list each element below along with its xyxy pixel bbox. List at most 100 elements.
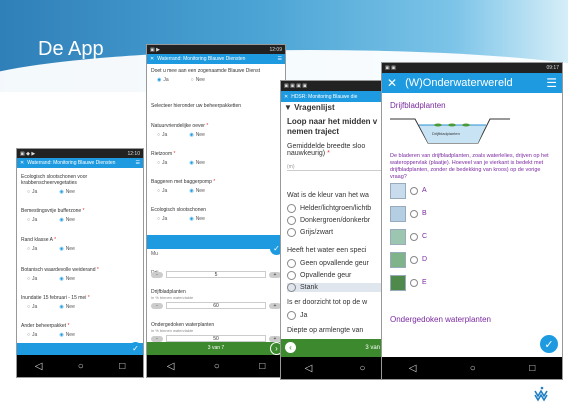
option-d[interactable]: D — [390, 250, 427, 269]
arrow-left-icon[interactable]: ‹ — [283, 340, 298, 355]
description: De bladeren van drijfbladplanten, zoals … — [390, 153, 549, 180]
question-4: Botanisch waardevolle weiderand *JaNee — [21, 267, 139, 282]
question-1: Ecologisch slootschonen voor krabbensche… — [21, 174, 139, 195]
recent-icon[interactable]: □ — [529, 363, 535, 374]
home-icon[interactable]: ○ — [78, 361, 84, 372]
recent-icon[interactable]: □ — [259, 361, 265, 372]
back-icon[interactable]: ◁ — [409, 363, 417, 374]
menu-icon[interactable]: ☰ — [278, 56, 282, 62]
question-1: Doet u mee aan een zogenaamde Blauwe Die… — [151, 68, 281, 83]
peek-label-1: Mu — [151, 251, 158, 257]
radio-option[interactable]: Ja — [287, 311, 389, 320]
home-icon[interactable]: ○ — [359, 363, 365, 374]
section-title-2: Ondergedoken waterplanten — [390, 315, 491, 324]
question-6: Ecologisch slootschonenJaNee — [151, 207, 281, 222]
back-icon[interactable]: ◁ — [305, 363, 313, 374]
stepper-value[interactable]: 5 — [166, 271, 266, 278]
app-bar: ✕ HDSR: Monitoring Blauwe die — [281, 91, 389, 102]
radio[interactable] — [410, 232, 418, 241]
option-a[interactable]: A — [390, 181, 427, 200]
radio-option[interactable]: Helder/lichtgroen/lichtb — [287, 204, 389, 213]
svg-text:Drijfbladplanten: Drijfbladplanten — [432, 131, 460, 136]
radio-option[interactable]: Stank — [287, 283, 389, 292]
question-depth: Diepte op armlengte van — [287, 327, 364, 334]
question-4: Rietzoom *JaNee — [151, 151, 281, 166]
drijfblad-field: Drijfbladplanten in % binnen watervlakte… — [151, 289, 281, 309]
radio-option[interactable]: Grijs/zwart — [287, 228, 389, 237]
section-title: ▼ Vragenlijst — [284, 103, 335, 112]
radio-option[interactable]: Geen opvallende geur — [287, 259, 389, 268]
question-6: Ander beheerpakket *JaNee — [21, 323, 139, 338]
radio[interactable] — [410, 186, 418, 195]
android-navbar: ◁ ○ □ — [382, 357, 562, 379]
visibility-options: Ja — [287, 311, 389, 323]
question-3: Rand klasse A *JaNee — [21, 237, 139, 252]
minus-button[interactable]: - — [151, 271, 163, 278]
slide-title: De App — [38, 38, 104, 60]
phone-3: ▣ ▣ ▣ ▣ ✕ HDSR: Monitoring Blauwe die ▼ … — [280, 80, 390, 380]
radio-option[interactable]: Opvallende geur — [287, 271, 389, 280]
radio[interactable] — [410, 278, 418, 287]
option-e[interactable]: E — [390, 273, 427, 292]
thumbnail — [390, 205, 406, 222]
width-input[interactable]: (m) — [287, 164, 389, 171]
app-title: (W)Onderwaterwereld — [405, 77, 513, 89]
menu-icon[interactable]: ☰ — [136, 160, 140, 166]
back-icon[interactable]: ◁ — [35, 361, 43, 372]
phone-1: ▣ ◆ ▶ 12:10 ✕ Waterrand: Monitoring Blauw… — [16, 148, 144, 378]
question-color: Wat is de kleur van het wa — [287, 192, 369, 199]
home-icon[interactable]: ○ — [214, 361, 220, 372]
heading: Loop naar het midden v nemen traject — [287, 117, 378, 136]
thumbnail — [390, 228, 406, 245]
option-c[interactable]: C — [390, 227, 427, 246]
android-navbar: ◁ ○ □ — [17, 355, 143, 377]
status-bar: ▣ ◆ ▶ 12:10 — [17, 149, 143, 158]
question-5: Baggeren met baggerpomp *JaNee — [151, 179, 281, 194]
status-bar: ▣ ▣ ▣ ▣ — [281, 81, 389, 91]
android-navbar: ◁ ○ □ — [147, 355, 285, 377]
pager-bar: 3 van 7 — [147, 342, 285, 355]
question-5: Inundatie 15 februari - 15 mei *JaNee — [21, 295, 139, 310]
back-icon[interactable]: ◁ — [167, 361, 175, 372]
section-title-1: Drijfbladplanten — [390, 101, 446, 110]
phone-2: ▣ ▶ 12:09 ✕ Waterrand: Monitoring Blauwe … — [146, 44, 286, 378]
phone-4: ▣ ▣ 09:17 ✕ (W)Onderwaterwereld ☰ Drijfbl… — [381, 62, 563, 380]
check-icon[interactable]: ✓ — [129, 342, 142, 355]
question-2: Selecteer hieronder uw beheerpakketten — [151, 103, 242, 109]
thumbnail — [390, 182, 406, 199]
ditch-diagram: Drijfbladplanten — [390, 118, 510, 144]
question-3: Natuurvriendelijke oever *JaNee — [151, 123, 281, 138]
status-bar: ▣ ▣ 09:17 — [382, 63, 562, 73]
stepper-value[interactable]: 60 — [166, 302, 266, 309]
thumbnail — [390, 251, 406, 268]
close-icon[interactable]: ✕ — [20, 160, 24, 166]
radio[interactable] — [410, 255, 418, 264]
close-icon[interactable]: ✕ — [387, 76, 397, 90]
options-list: A B C D E — [390, 181, 427, 296]
minus-button[interactable]: - — [151, 302, 163, 309]
close-icon[interactable]: ✕ — [150, 56, 154, 62]
stepper-1: -5 + — [151, 269, 281, 278]
option-b[interactable]: B — [390, 204, 427, 223]
question-2: Bemestingsvrije bufferzone *JaNee — [21, 208, 139, 223]
stepper-value[interactable]: 50 — [166, 335, 266, 342]
home-icon[interactable]: ○ — [470, 363, 476, 374]
onder-field: Ondergedoken waterplanten in % binnen wa… — [151, 322, 281, 342]
header-bar — [147, 235, 285, 249]
smell-options: Geen opvallende geur Opvallende geur Sta… — [287, 259, 389, 295]
check-icon[interactable]: ✓ — [540, 335, 558, 353]
color-options: Helder/lichtgroen/lichtb Donkergroen/don… — [287, 204, 389, 240]
logo-icon — [534, 386, 548, 402]
status-bar: ▣ ▶ 12:09 — [147, 45, 285, 54]
question-smell: Heeft het water een speci — [287, 247, 367, 254]
app-bar: ✕ Waterrand: Monitoring Blauwe Diensten … — [17, 158, 143, 168]
minus-button[interactable]: - — [151, 335, 163, 342]
menu-icon[interactable]: ☰ — [546, 76, 557, 90]
close-icon[interactable]: ✕ — [284, 94, 288, 100]
radio-option[interactable]: Donkergroen/donkerbr — [287, 216, 389, 225]
question-visibility: Is er doorzicht tot op de w — [287, 299, 368, 306]
question-width: Gemiddelde breedte sloo nauwkeurig) * — [287, 143, 366, 157]
recent-icon[interactable]: □ — [119, 361, 125, 372]
radio[interactable] — [410, 209, 418, 218]
bottom-bar — [17, 343, 143, 355]
